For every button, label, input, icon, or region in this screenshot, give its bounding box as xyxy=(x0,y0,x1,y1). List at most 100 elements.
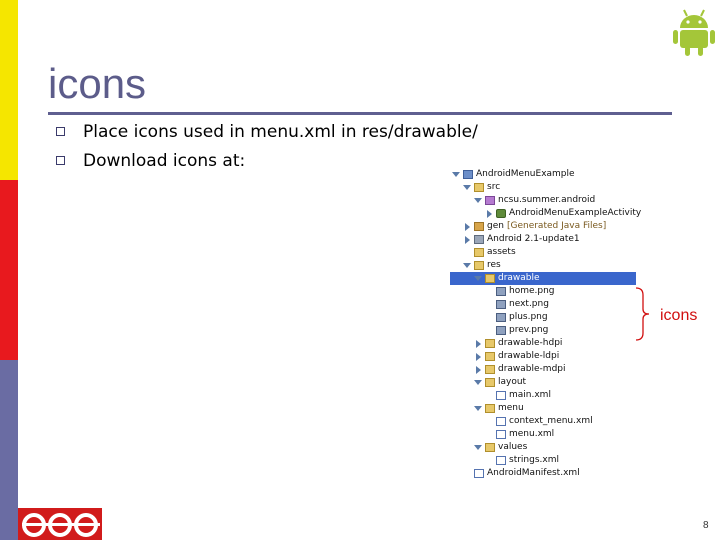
tree-item[interactable]: AndroidManifest.xml xyxy=(463,467,580,480)
expand-arrow-icon[interactable] xyxy=(474,445,482,450)
folder-icon xyxy=(485,404,495,413)
expand-arrow-icon[interactable] xyxy=(474,406,482,411)
png-file-icon xyxy=(496,300,506,309)
tree-item-label: drawable xyxy=(498,273,540,283)
tree-item-label: menu xyxy=(498,403,524,413)
sidebar-blue-block xyxy=(0,360,18,540)
gen-folder-icon xyxy=(474,222,484,231)
folder-icon xyxy=(485,339,495,348)
sidebar-red-block xyxy=(0,180,18,360)
tree-item-label: assets xyxy=(487,247,516,257)
tree-item-label: src xyxy=(487,182,501,192)
tree-item[interactable]: layout xyxy=(474,376,526,389)
slide-title: icons xyxy=(48,60,147,107)
tree-item-label: drawable-mdpi xyxy=(498,364,566,374)
collapse-arrow-icon[interactable] xyxy=(465,222,470,231)
folder-icon xyxy=(474,261,484,270)
png-file-icon xyxy=(496,326,506,335)
folder-icon xyxy=(485,274,495,283)
png-file-icon xyxy=(496,287,506,296)
tree-item[interactable]: menu.xml xyxy=(485,428,554,441)
expand-arrow-icon[interactable] xyxy=(474,380,482,385)
bullet-text: Place icons used in menu.xml in res/draw… xyxy=(83,122,478,142)
tree-item-note: [Generated Java Files] xyxy=(506,221,607,231)
tree-item-label: AndroidMenuExampleActivity xyxy=(509,208,642,218)
tree-item[interactable]: assets xyxy=(463,246,516,259)
expand-arrow-icon[interactable] xyxy=(452,172,460,177)
tree-item-label: layout xyxy=(498,377,527,387)
slide-sidebar xyxy=(0,0,18,540)
android-logo-icon xyxy=(673,9,715,56)
tree-item[interactable]: plus.png xyxy=(485,311,548,324)
right-brace-icon xyxy=(635,287,650,341)
tree-item[interactable]: prev.png xyxy=(485,324,548,337)
project-icon xyxy=(463,170,473,179)
tree-item-label: AndroidManifest.xml xyxy=(487,468,580,478)
tree-item-label: prev.png xyxy=(509,325,549,335)
png-file-icon xyxy=(496,313,506,322)
tree-item[interactable]: home.png xyxy=(485,285,555,298)
tree-item-label: menu.xml xyxy=(509,429,555,439)
ece-logo-icon xyxy=(18,508,102,540)
tree-item-label: values xyxy=(498,442,528,452)
tree-item[interactable]: res xyxy=(463,259,501,272)
tree-item-label: main.xml xyxy=(509,390,551,400)
tree-item-label: gen xyxy=(487,221,504,231)
tree-item[interactable]: drawable xyxy=(450,272,636,285)
expand-arrow-icon[interactable] xyxy=(463,185,471,190)
page-number: 8 xyxy=(703,520,709,531)
collapse-arrow-icon[interactable] xyxy=(476,365,481,374)
tree-item[interactable]: drawable-ldpi xyxy=(474,350,559,363)
xml-file-icon xyxy=(496,417,506,426)
folder-icon xyxy=(485,443,495,452)
java-file-icon xyxy=(496,209,506,218)
tree-item[interactable]: gen [Generated Java Files] xyxy=(463,220,606,233)
collapse-arrow-icon[interactable] xyxy=(487,209,492,218)
expand-arrow-icon[interactable] xyxy=(463,263,471,268)
tree-item[interactable]: values xyxy=(474,441,527,454)
library-icon xyxy=(474,235,484,244)
project-explorer-tree: AndroidMenuExample src ncsu.summer.android… xyxy=(450,168,641,488)
tree-item[interactable]: AndroidMenuExample xyxy=(452,168,575,181)
tree-item[interactable]: context_menu.xml xyxy=(485,415,593,428)
tree-item[interactable]: drawable-mdpi xyxy=(474,363,566,376)
tree-item[interactable]: src xyxy=(463,181,500,194)
tree-item-label: next.png xyxy=(509,299,549,309)
xml-file-icon xyxy=(496,430,506,439)
tree-item[interactable]: drawable-hdpi xyxy=(474,337,562,350)
tree-item[interactable]: strings.xml xyxy=(485,454,559,467)
tree-item-label: drawable-ldpi xyxy=(498,351,560,361)
folder-icon xyxy=(474,248,484,257)
tree-item[interactable]: AndroidMenuExampleActivity xyxy=(485,207,641,220)
collapse-arrow-icon[interactable] xyxy=(476,352,481,361)
title-underline xyxy=(48,112,672,115)
folder-icon xyxy=(474,183,484,192)
tree-item-label: res xyxy=(487,260,501,270)
bullet-text: Download icons at: xyxy=(83,151,246,171)
xml-file-icon xyxy=(496,391,506,400)
icons-annotation: icons xyxy=(660,307,698,324)
tree-item-label: home.png xyxy=(509,286,555,296)
collapse-arrow-icon[interactable] xyxy=(465,235,470,244)
tree-item-label: Android 2.1-update1 xyxy=(487,234,580,244)
folder-icon xyxy=(485,365,495,374)
tree-item-label: context_menu.xml xyxy=(509,416,593,426)
sidebar-yellow-block xyxy=(0,0,18,180)
collapse-arrow-icon[interactable] xyxy=(476,339,481,348)
bullet-marker xyxy=(56,127,65,136)
tree-item-label: AndroidMenuExample xyxy=(476,169,575,179)
folder-icon xyxy=(485,378,495,387)
tree-item[interactable]: Android 2.1-update1 xyxy=(463,233,580,246)
xml-file-icon xyxy=(474,469,484,478)
expand-arrow-icon[interactable] xyxy=(474,276,482,281)
tree-item[interactable]: ncsu.summer.android xyxy=(474,194,595,207)
tree-item[interactable]: next.png xyxy=(485,298,549,311)
tree-item-label: strings.xml xyxy=(509,455,559,465)
xml-file-icon xyxy=(496,456,506,465)
bullet-marker xyxy=(56,156,65,165)
tree-item-label: drawable-hdpi xyxy=(498,338,563,348)
tree-item[interactable]: menu xyxy=(474,402,524,415)
package-icon xyxy=(485,196,495,205)
expand-arrow-icon[interactable] xyxy=(474,198,482,203)
tree-item[interactable]: main.xml xyxy=(485,389,551,402)
